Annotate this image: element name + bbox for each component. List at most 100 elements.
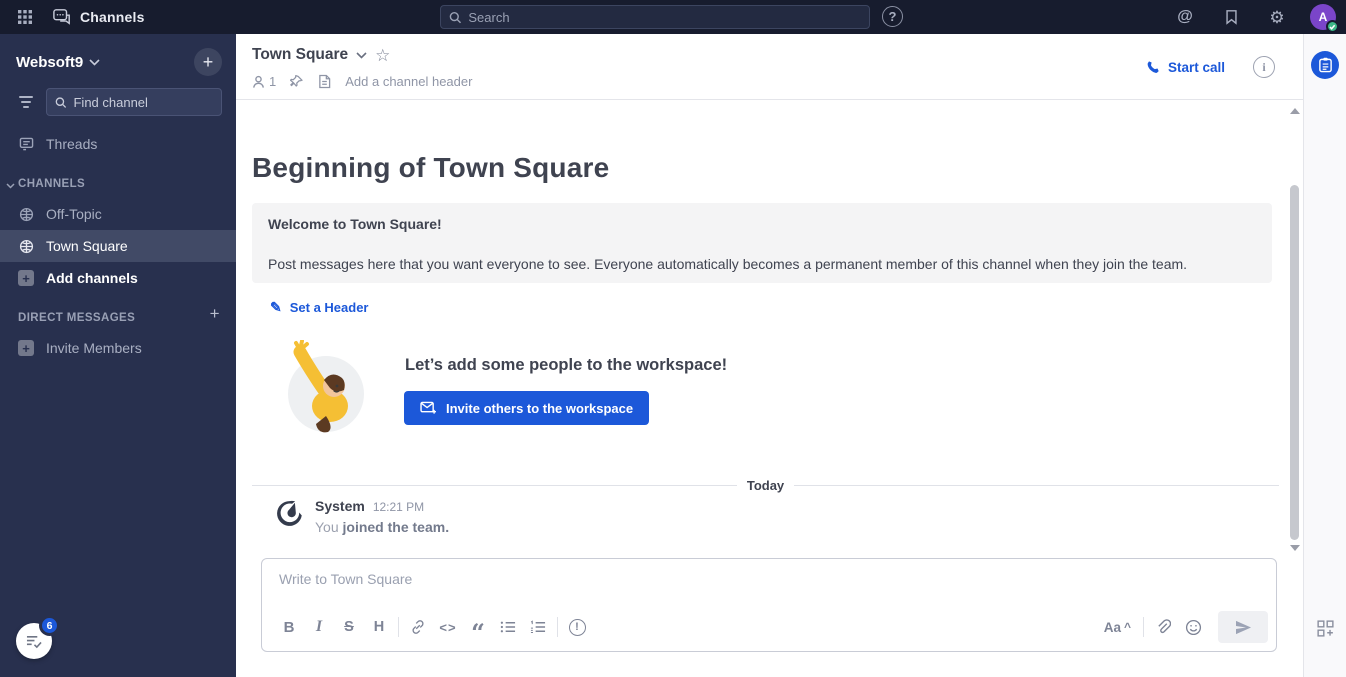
mattermost-app: Channels ? @ ⚙ A (0, 0, 1346, 677)
filter-icon (19, 96, 33, 98)
italic-button[interactable]: I (304, 613, 334, 641)
start-call-button[interactable]: Start call (1146, 60, 1225, 75)
product-switcher-icon[interactable] (12, 4, 38, 30)
sidebar-item-label: Add channels (46, 270, 138, 286)
channel-filter-button[interactable] (12, 88, 40, 116)
member-icon (252, 75, 265, 88)
threads-icon (18, 137, 34, 151)
sidebar-item-invite-members[interactable]: + Invite Members (0, 332, 236, 364)
pin-icon (290, 74, 304, 87)
attach-file-button[interactable] (1148, 613, 1178, 641)
member-count-button[interactable]: 1 (252, 74, 276, 89)
set-header-button[interactable]: ✎ Set a Header (270, 299, 369, 316)
global-search[interactable] (440, 5, 870, 29)
link-button[interactable] (403, 613, 433, 641)
priority-icon: ! (568, 618, 586, 636)
sidebar-item-label: Threads (46, 136, 98, 152)
gear-icon: ⚙ (1269, 7, 1285, 27)
onboarding-tasklist-button[interactable]: 6 (16, 615, 60, 659)
code-button[interactable]: <> (433, 613, 463, 641)
category-direct-messages[interactable]: DIRECT MESSAGES + (0, 294, 236, 332)
channel-title[interactable]: Town Square (252, 46, 348, 64)
phone-icon (1147, 60, 1159, 73)
toggle-formatting-button[interactable]: Aa ^ (1096, 620, 1139, 635)
find-channel-box[interactable] (46, 88, 222, 116)
channel-name: Off-Topic (46, 206, 102, 222)
toolbar-divider (557, 617, 558, 637)
quote-button[interactable]: “ (463, 613, 493, 644)
globe-icon (18, 239, 34, 254)
mentions-button[interactable]: @ (1172, 4, 1198, 30)
saved-posts-button[interactable] (1218, 4, 1244, 30)
welcome-body: Post messages here that you want everyon… (268, 256, 1188, 272)
plus-square-icon: + (18, 340, 34, 356)
channel-info-button[interactable]: i (1253, 56, 1275, 78)
post-list-scrollbar[interactable] (1287, 100, 1303, 558)
post-list: Beginning of Town Square Welcome to Town… (236, 100, 1287, 558)
help-button[interactable]: ? (882, 6, 903, 27)
team-header[interactable]: Websoft9 + (16, 48, 222, 76)
emoji-smiley-icon (1185, 619, 1201, 635)
message-input[interactable] (279, 571, 1259, 587)
message-sender[interactable]: System (315, 498, 365, 514)
apps-plus-icon (1317, 620, 1334, 637)
add-channel-header-link[interactable]: Add a channel header (345, 74, 472, 89)
plus-icon: + (202, 51, 214, 72)
bold-button[interactable]: B (274, 613, 304, 641)
add-team-button[interactable]: + (194, 48, 222, 76)
user-avatar[interactable]: A (1310, 4, 1339, 33)
clipboard-checklist-icon (1318, 57, 1332, 73)
send-message-button[interactable] (1218, 611, 1268, 643)
category-label: DIRECT MESSAGES (18, 312, 136, 324)
sidebar-item-off-topic[interactable]: Off-Topic (0, 198, 236, 230)
search-input[interactable] (468, 9, 861, 25)
channel-files-button[interactable] (318, 74, 331, 89)
system-message: System 12:21 PM You joined the team. (276, 498, 449, 535)
sidebar-item-threads[interactable]: Threads (0, 128, 236, 160)
chevron-down-icon[interactable] (356, 51, 367, 59)
find-channel-input[interactable] (73, 94, 213, 110)
globe-icon (18, 207, 34, 222)
favorite-star-icon[interactable]: ☆ (375, 47, 390, 64)
message-composer[interactable]: B I S H <> “ (261, 558, 1277, 652)
set-header-label: Set a Header (289, 300, 369, 315)
pinned-posts-button[interactable] (290, 74, 304, 89)
mattermost-logo-icon (277, 500, 302, 526)
app-bar (1303, 34, 1346, 677)
scroll-down-arrow[interactable] (1290, 545, 1300, 551)
add-direct-message-button[interactable]: + (210, 304, 220, 324)
emoji-button[interactable] (1178, 613, 1208, 641)
grid-icon (18, 10, 32, 24)
settings-button[interactable]: ⚙ (1264, 4, 1290, 30)
welcome-title: Welcome to Town Square! (268, 216, 442, 232)
channel-view: Town Square ☆ 1 Add a channel header Sta… (236, 34, 1303, 677)
formatting-toolbar: B I S H <> “ ! Aa ^ (274, 610, 1268, 644)
sidebar-item-add-channels[interactable]: + Add channels (0, 262, 236, 294)
bookmark-icon (1225, 10, 1237, 25)
date-label[interactable]: Today (747, 478, 784, 493)
start-call-label: Start call (1167, 59, 1225, 75)
scroll-up-arrow[interactable] (1290, 108, 1300, 114)
channel-sidebar: Websoft9 + Find channel Threads CHANNELS… (0, 34, 236, 677)
heading-button[interactable]: H (364, 613, 394, 641)
check-icon (1329, 24, 1336, 30)
document-icon (319, 74, 331, 89)
toolbar-divider (398, 617, 399, 637)
list-check-icon (26, 635, 42, 648)
sidebar-item-town-square[interactable]: Town Square (0, 230, 236, 262)
numbered-list-icon (530, 620, 546, 633)
app-marketplace-button[interactable] (1317, 620, 1334, 637)
message-priority-button[interactable]: ! (562, 613, 592, 641)
member-count: 1 (269, 74, 277, 89)
strikethrough-button[interactable]: S (334, 613, 364, 641)
at-icon: @ (1177, 8, 1193, 25)
category-channels[interactable]: CHANNELS (0, 160, 236, 198)
date-divider: Today (252, 478, 1280, 493)
bulleted-list-button[interactable] (493, 613, 523, 641)
playbooks-app-button[interactable] (1311, 51, 1339, 79)
invite-others-button[interactable]: Invite others to the workspace (404, 391, 650, 425)
numbered-list-button[interactable] (523, 613, 553, 641)
scrollbar-thumb[interactable] (1290, 185, 1299, 540)
global-header: Channels ? @ ⚙ A (0, 0, 1346, 34)
chevron-down-icon (6, 183, 18, 189)
